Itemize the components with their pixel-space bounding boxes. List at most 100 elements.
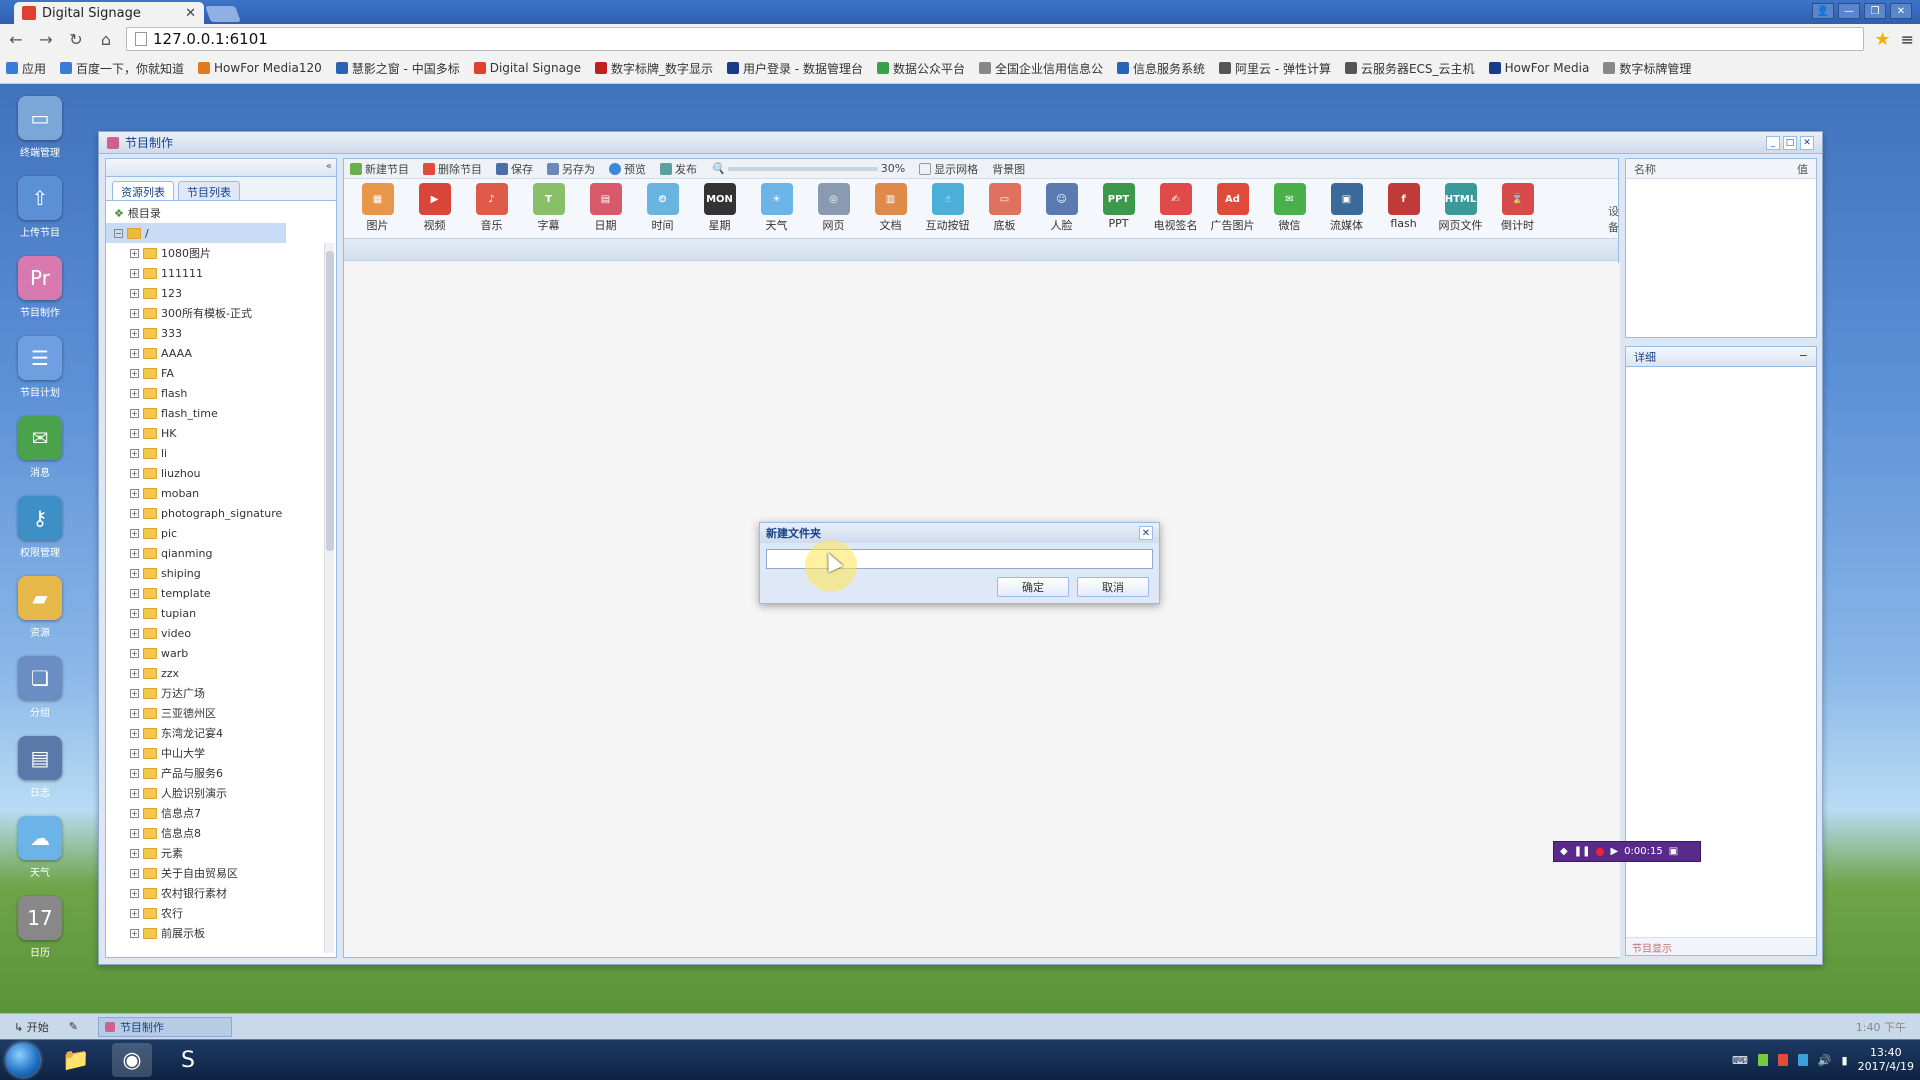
tray-network-icon[interactable] bbox=[1797, 1054, 1808, 1066]
widget-button[interactable]: Ad 广告图片 bbox=[1207, 183, 1258, 233]
expand-icon[interactable]: + bbox=[130, 368, 139, 378]
dock-item[interactable]: ❏ 分组 bbox=[12, 656, 68, 719]
new-tab-button[interactable] bbox=[205, 6, 241, 22]
dock-item[interactable]: ⇧ 上传节目 bbox=[12, 176, 68, 239]
tree-node[interactable]: + pic bbox=[106, 523, 326, 543]
expand-icon[interactable]: + bbox=[130, 308, 139, 318]
reload-icon[interactable]: ↻ bbox=[66, 30, 86, 49]
tree-node[interactable]: + moban bbox=[106, 483, 326, 503]
tree-node[interactable]: + 农村银行素材 bbox=[106, 883, 326, 903]
save-as-button[interactable]: 另存为 bbox=[547, 161, 595, 177]
tray-alert-icon[interactable] bbox=[1777, 1054, 1788, 1066]
volume-icon[interactable]: 🔊 bbox=[1818, 1054, 1832, 1067]
expand-icon[interactable]: + bbox=[130, 288, 139, 298]
tree-node[interactable]: + warb bbox=[106, 643, 326, 663]
expand-icon[interactable]: + bbox=[130, 828, 139, 838]
tree-node[interactable]: +111111 bbox=[106, 263, 326, 283]
widget-button[interactable]: ☝ 互动按钮 bbox=[922, 183, 973, 233]
tree-node[interactable]: + li bbox=[106, 443, 326, 463]
widget-button[interactable]: ◎ 网页 bbox=[808, 183, 859, 233]
chrome-icon[interactable]: ◉ bbox=[112, 1043, 152, 1077]
bookmark-item[interactable]: 应用 bbox=[6, 60, 46, 77]
expand-icon[interactable]: + bbox=[130, 788, 139, 798]
widget-button[interactable]: f flash bbox=[1378, 183, 1429, 230]
cancel-button[interactable]: 取消 bbox=[1077, 577, 1149, 597]
tree-node-selected[interactable]: − / bbox=[106, 223, 286, 243]
tree-node[interactable]: +333 bbox=[106, 323, 326, 343]
expand-icon[interactable]: + bbox=[130, 928, 139, 938]
recorder-menu-icon[interactable]: ▣ bbox=[1669, 846, 1678, 857]
ok-button[interactable]: 确定 bbox=[997, 577, 1069, 597]
dock-item[interactable]: 17 日历 bbox=[12, 896, 68, 959]
tree-node[interactable]: + shiping bbox=[106, 563, 326, 583]
background-button[interactable]: 背景图 bbox=[992, 161, 1025, 177]
tree-node[interactable]: + liuzhou bbox=[106, 463, 326, 483]
widget-button[interactable]: ☺ 人脸 bbox=[1036, 183, 1087, 233]
widget-button[interactable]: PPT PPT bbox=[1093, 183, 1144, 230]
tree-node[interactable]: + 前展示板 bbox=[106, 923, 326, 943]
widget-button[interactable]: ☀ 天气 bbox=[751, 183, 802, 233]
collapse-icon[interactable]: « bbox=[326, 161, 332, 172]
pause-icon[interactable]: ❚❚ bbox=[1574, 846, 1591, 857]
tree-node[interactable]: +300所有模板-正式 bbox=[106, 303, 326, 323]
tab-resources[interactable]: 资源列表 bbox=[112, 181, 174, 200]
windows-start-icon[interactable] bbox=[6, 1043, 40, 1077]
expand-icon[interactable]: + bbox=[130, 708, 139, 718]
system-clock[interactable]: 13:40 2017/4/19 bbox=[1858, 1046, 1914, 1074]
window-maximize-icon[interactable]: □ bbox=[1783, 135, 1797, 150]
widget-button[interactable]: ⏲ 时间 bbox=[637, 183, 688, 233]
expand-icon[interactable]: + bbox=[130, 848, 139, 858]
expand-icon[interactable]: − bbox=[114, 228, 123, 238]
widget-button[interactable]: ▭ 底板 bbox=[979, 183, 1030, 233]
tree-node[interactable]: + tupian bbox=[106, 603, 326, 623]
minimize-icon[interactable]: — bbox=[1838, 3, 1860, 19]
expand-icon[interactable]: + bbox=[130, 548, 139, 558]
widget-button[interactable]: T 字幕 bbox=[523, 183, 574, 233]
expand-icon[interactable]: + bbox=[130, 348, 139, 358]
bookmark-item[interactable]: 数字标牌_数字显示 bbox=[594, 60, 713, 77]
editor-canvas[interactable] bbox=[344, 263, 1620, 957]
save-button[interactable]: 保存 bbox=[496, 161, 533, 177]
keyboard-icon[interactable]: ⌨ bbox=[1732, 1054, 1748, 1067]
widget-button[interactable]: ♪ 音乐 bbox=[466, 183, 517, 233]
tree-node[interactable]: + 三亚德州区 bbox=[106, 703, 326, 723]
tree-node[interactable]: + template bbox=[106, 583, 326, 603]
expand-icon[interactable]: + bbox=[130, 448, 139, 458]
dock-item[interactable]: ▭ 终端管理 bbox=[12, 96, 68, 159]
tree-node[interactable]: + 关于自由贸易区 bbox=[106, 863, 326, 883]
dialog-close-icon[interactable]: ✕ bbox=[1139, 526, 1153, 540]
tree-node[interactable]: + flash bbox=[106, 383, 326, 403]
widget-button[interactable]: HTML 网页文件 bbox=[1435, 183, 1486, 233]
expand-icon[interactable]: + bbox=[130, 428, 139, 438]
expand-icon[interactable]: + bbox=[130, 688, 139, 698]
expand-icon[interactable]: + bbox=[130, 568, 139, 578]
tree-node[interactable]: + 人脸识别演示 bbox=[106, 783, 326, 803]
tree-node[interactable]: + qianming bbox=[106, 543, 326, 563]
screen-recorder-widget[interactable]: ◆ ❚❚ ▶ 0:00:15 ▣ bbox=[1553, 841, 1701, 862]
close-tab-icon[interactable]: ✕ bbox=[185, 6, 196, 21]
device-side-label[interactable]: 设备 bbox=[1608, 203, 1619, 235]
tree-node[interactable]: + FA bbox=[106, 363, 326, 383]
expand-icon[interactable]: + bbox=[130, 388, 139, 398]
tree-node[interactable]: +1080图片 bbox=[106, 243, 326, 263]
checkbox-icon[interactable] bbox=[919, 162, 932, 175]
widget-button[interactable]: ✉ 微信 bbox=[1264, 183, 1315, 233]
window-close-icon[interactable]: ✕ bbox=[1800, 135, 1814, 150]
sogou-icon[interactable]: S bbox=[168, 1043, 208, 1077]
expand-icon[interactable]: + bbox=[130, 268, 139, 278]
zoom-slider[interactable] bbox=[727, 166, 878, 171]
bookmark-star-icon[interactable]: ★ bbox=[1874, 29, 1890, 50]
tree-node[interactable]: + 东湾龙记宴4 bbox=[106, 723, 326, 743]
expand-icon[interactable]: + bbox=[130, 488, 139, 498]
scrollbar-thumb[interactable] bbox=[326, 251, 334, 551]
back-icon[interactable]: ← bbox=[6, 30, 26, 49]
tree-node[interactable]: + 产品与服务6 bbox=[106, 763, 326, 783]
widget-button[interactable]: ✍ 电视签名 bbox=[1150, 183, 1201, 233]
preview-button[interactable]: 预览 bbox=[609, 161, 646, 177]
widget-button[interactable]: MON 星期 bbox=[694, 183, 745, 233]
widget-button[interactable]: ▥ 文档 bbox=[865, 183, 916, 233]
bookmark-item[interactable]: 慧影之窗 - 中国多标 bbox=[335, 60, 460, 77]
expand-icon[interactable]: + bbox=[130, 328, 139, 338]
bookmark-item[interactable]: 百度一下，你就知道 bbox=[60, 60, 184, 77]
address-bar[interactable]: 127.0.0.1:6101 bbox=[126, 27, 1865, 51]
